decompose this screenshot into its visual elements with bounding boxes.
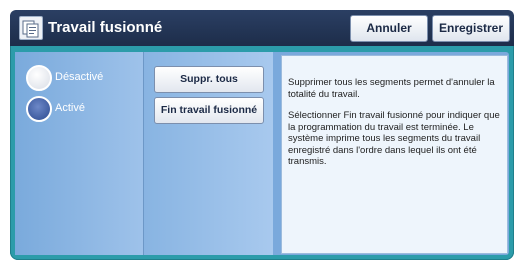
- merged-job-icon: [19, 16, 43, 40]
- finish-merged-job-button[interactable]: Fin travail fusionné: [154, 97, 264, 124]
- window-frame: Travail fusionné Annuler Enregistrer Dés…: [10, 10, 514, 260]
- page-title: Travail fusionné: [48, 19, 163, 36]
- description-panel: Supprimer tous les segments permet d'ann…: [281, 55, 508, 254]
- radio-enabled-label[interactable]: Activé: [55, 102, 85, 114]
- actions-column: Suppr. tous segments Fin travail fusionn…: [143, 52, 273, 255]
- delete-all-segments-button[interactable]: Suppr. tous segments: [154, 66, 264, 110]
- cancel-button[interactable]: Annuler: [350, 15, 428, 42]
- save-button[interactable]: Enregistrer: [432, 15, 510, 42]
- title-bar: Travail fusionné Annuler Enregistrer: [10, 10, 514, 46]
- main-panel: Désactivé Activé Suppr. tous segments Fi…: [15, 52, 509, 255]
- description-paragraph-1: Supprimer tous les segments permet d'ann…: [288, 77, 495, 100]
- radio-disabled-label[interactable]: Désactivé: [55, 71, 103, 83]
- description-paragraph-2: Sélectionner Fin travail fusionné pour i…: [288, 110, 500, 167]
- options-column: Désactivé Activé: [15, 52, 143, 255]
- radio-enabled-option[interactable]: [26, 96, 52, 122]
- radio-disabled-option[interactable]: [26, 65, 52, 91]
